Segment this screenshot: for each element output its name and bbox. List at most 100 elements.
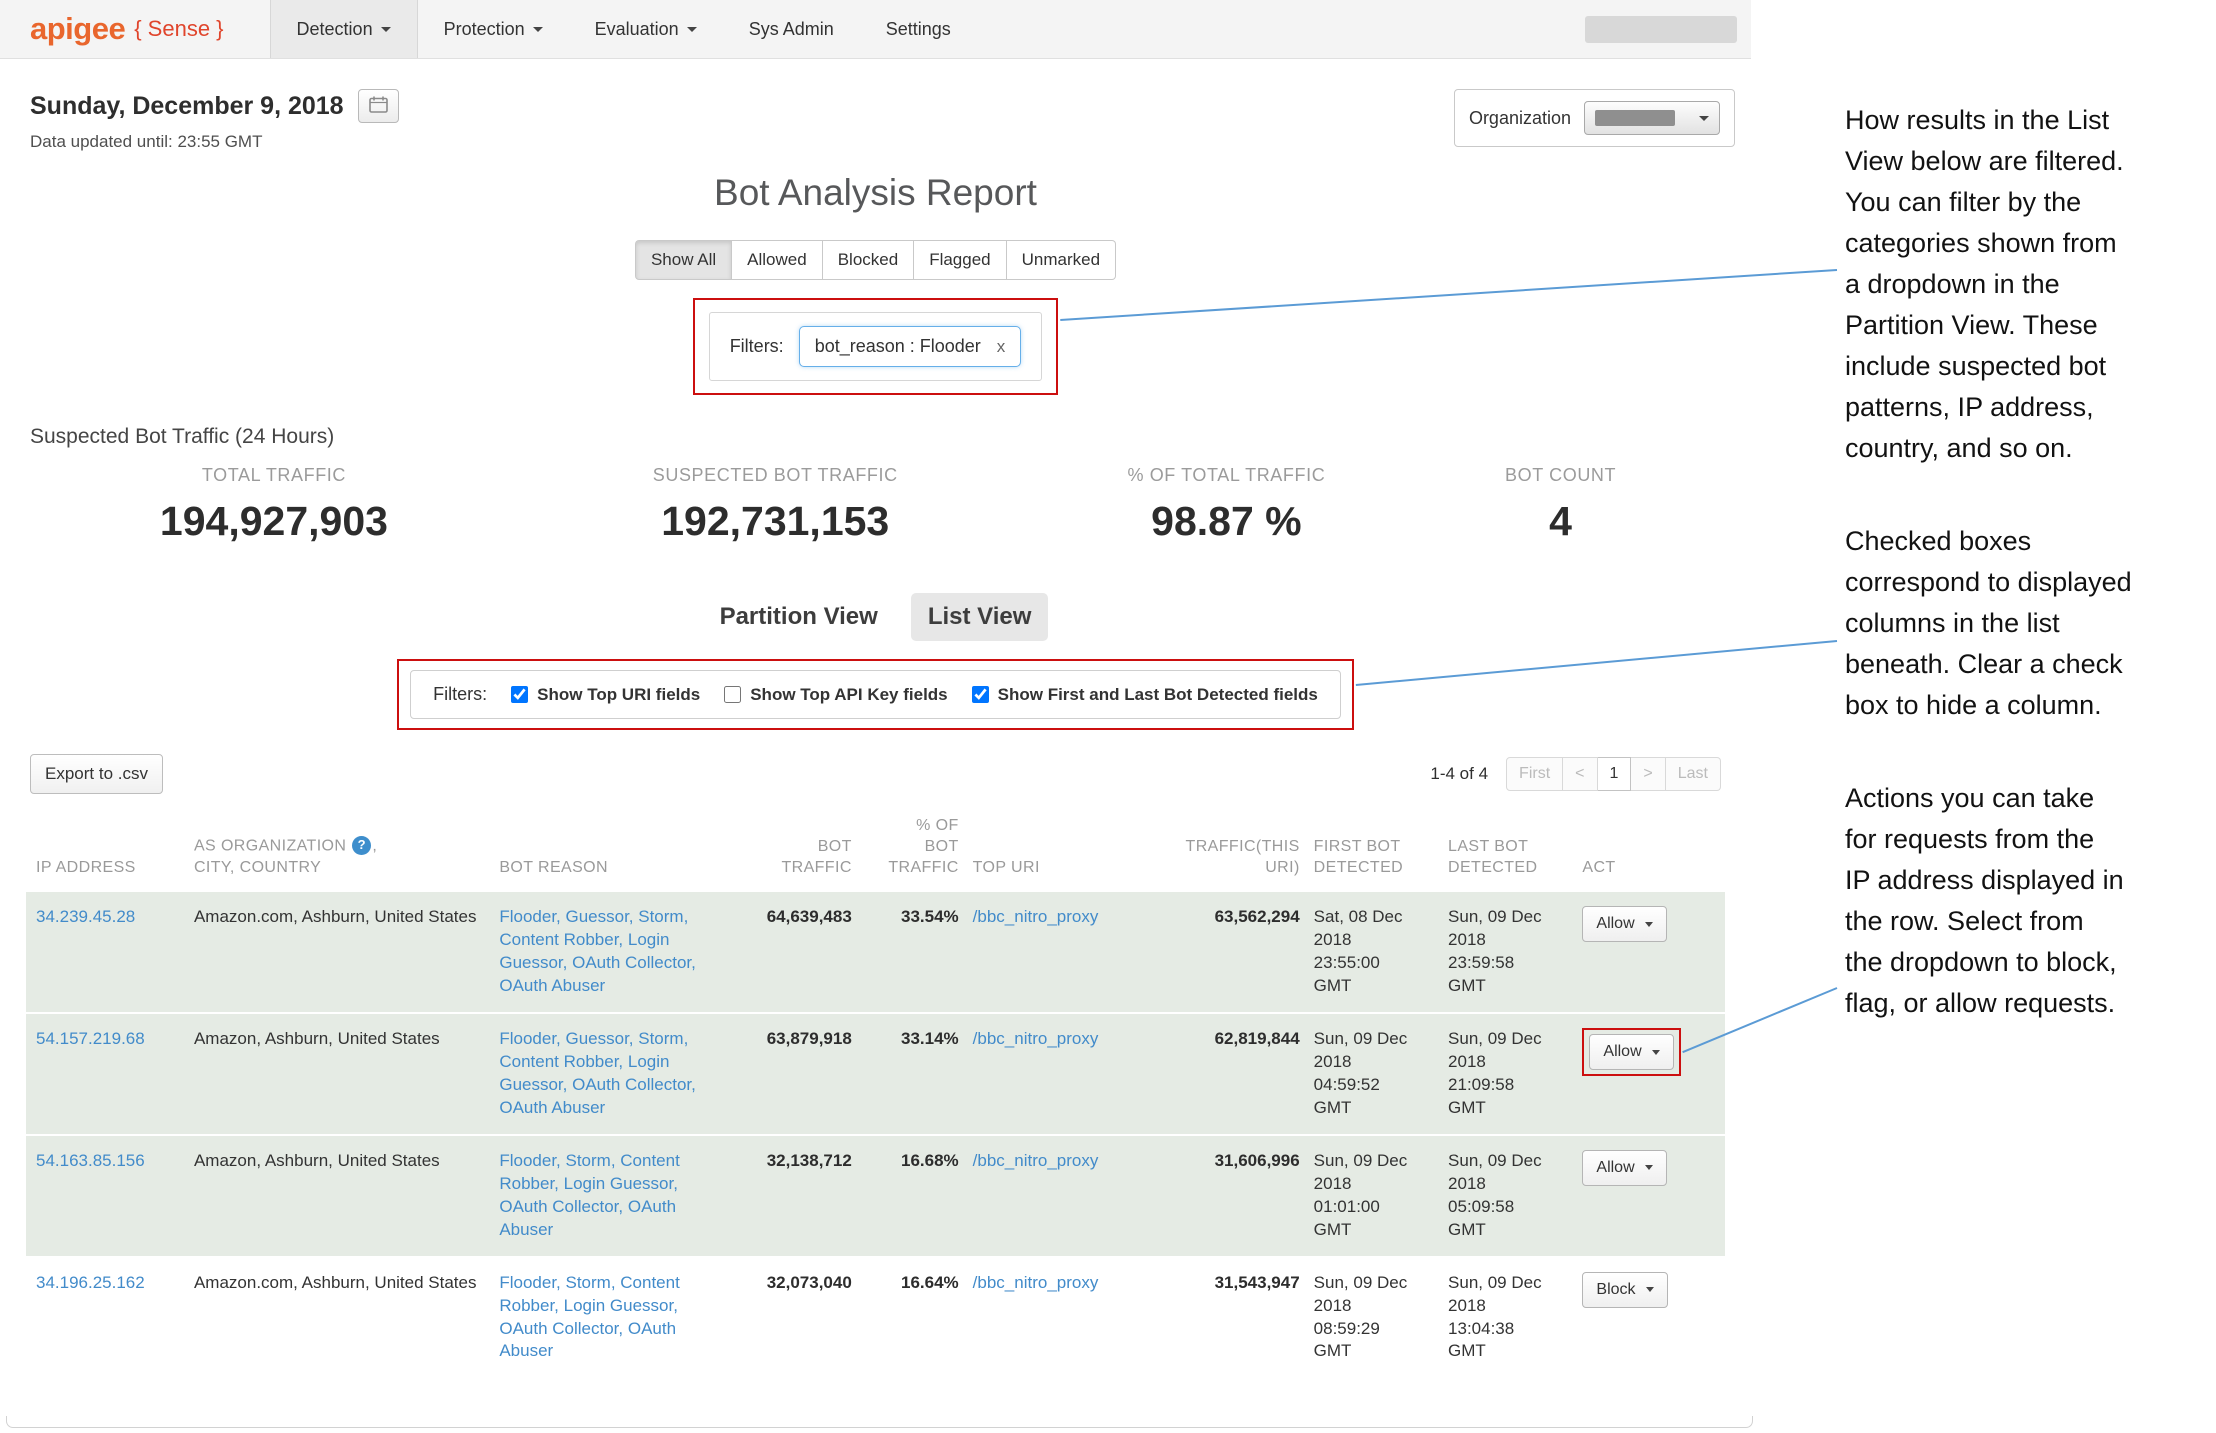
- nav-item-evaluation[interactable]: Evaluation: [569, 0, 723, 58]
- col-first-bot-detected: FIRST BOT DETECTED: [1314, 808, 1448, 891]
- action-label: Allow: [1603, 1043, 1641, 1061]
- columns-annotation-box: Filters: Show Top URI fields Show Top AP…: [397, 659, 1354, 730]
- stat-value: 4: [1410, 498, 1711, 545]
- tab-blocked[interactable]: Blocked: [823, 240, 914, 280]
- traffic-this-uri-cell: 63,562,294: [1166, 891, 1314, 1013]
- tab-list-view[interactable]: List View: [911, 593, 1049, 641]
- checkbox-show-top-api-key[interactable]: Show Top API Key fields: [724, 685, 947, 705]
- organization-label: Organization: [1469, 108, 1571, 129]
- ip-address-link[interactable]: 34.239.45.28: [36, 907, 135, 926]
- bot-reason-links[interactable]: Flooder, Guessor, Storm, Content Robber,…: [499, 1029, 696, 1117]
- action-label: Allow: [1596, 915, 1634, 933]
- last-bot-detected-cell: Sun, 09 Dec 2018 23:59:58 GMT: [1448, 891, 1582, 1013]
- nav-item-label: Protection: [444, 19, 525, 40]
- top-uri-link[interactable]: /bbc_nitro_proxy: [973, 907, 1099, 926]
- top-uri-link[interactable]: /bbc_nitro_proxy: [973, 1273, 1099, 1292]
- as-organization-cell: Amazon.com, Ashburn, United States: [194, 891, 499, 1013]
- bot-traffic-cell: 63,879,918: [733, 1013, 865, 1135]
- account-menu-redacted[interactable]: [1585, 16, 1737, 43]
- organization-dropdown[interactable]: [1584, 101, 1720, 135]
- col-last-bot-detected: LAST BOT DETECTED: [1448, 808, 1582, 891]
- filter-annotation-box: Filters: bot_reason : Flooder x: [693, 298, 1059, 395]
- action-dropdown[interactable]: Allow: [1582, 1150, 1666, 1186]
- col-ip-address: IP ADDRESS: [26, 808, 194, 891]
- ip-address-link[interactable]: 54.163.85.156: [36, 1151, 145, 1170]
- checkbox-label: Show Top API Key fields: [750, 685, 947, 705]
- stats-section-label: Suspected Bot Traffic (24 Hours): [30, 425, 1751, 449]
- tab-show-all[interactable]: Show All: [635, 240, 732, 280]
- app-window: apigee { Sense } Detection Protection Ev…: [0, 0, 1751, 1377]
- ip-address-link[interactable]: 34.196.25.162: [36, 1273, 145, 1292]
- nav-item-protection[interactable]: Protection: [418, 0, 569, 58]
- chevron-down-icon: [1645, 1165, 1653, 1170]
- action-dropdown[interactable]: Allow: [1582, 906, 1666, 942]
- page-title: Bot Analysis Report: [0, 172, 1751, 214]
- as-organization-cell: Amazon, Ashburn, United States: [194, 1013, 499, 1135]
- pagination: 1-4 of 4 First < 1 > Last: [1430, 757, 1721, 791]
- col-traffic-this-uri: TRAFFIC(THIS URI): [1166, 808, 1314, 891]
- checkbox-input[interactable]: [724, 686, 741, 703]
- stat-label: TOTAL TRAFFIC: [40, 465, 508, 486]
- col-top-uri: TOP URI: [973, 808, 1166, 891]
- checkbox-input[interactable]: [511, 686, 528, 703]
- top-uri-link[interactable]: /bbc_nitro_proxy: [973, 1029, 1099, 1048]
- nav-items: Detection Protection Evaluation Sys Admi…: [270, 0, 977, 58]
- filter-bar: Filters: bot_reason : Flooder x: [709, 312, 1043, 381]
- checkbox-label: Show First and Last Bot Detected fields: [998, 685, 1318, 705]
- last-bot-detected-cell: Sun, 09 Dec 2018 21:09:58 GMT: [1448, 1013, 1582, 1135]
- nav-item-label: Detection: [297, 19, 373, 40]
- export-csv-button[interactable]: Export to .csv: [30, 754, 163, 794]
- nav-item-detection[interactable]: Detection: [270, 0, 418, 58]
- report-date: Sunday, December 9, 2018: [30, 92, 344, 121]
- annotation-checkbox-note: Checked boxes correspond to displayed co…: [1845, 521, 2216, 726]
- pagination-next[interactable]: >: [1631, 757, 1665, 791]
- tab-partition-view[interactable]: Partition View: [703, 593, 895, 641]
- table-row: 34.196.25.162 Amazon.com, Ashburn, Unite…: [26, 1257, 1725, 1378]
- bot-reason-links[interactable]: Flooder, Guessor, Storm, Content Robber,…: [499, 907, 696, 995]
- pagination-prev[interactable]: <: [1563, 757, 1597, 791]
- action-dropdown[interactable]: Block: [1582, 1272, 1667, 1308]
- tab-unmarked[interactable]: Unmarked: [1007, 240, 1116, 280]
- nav-item-sys-admin[interactable]: Sys Admin: [723, 0, 860, 58]
- pagination-page-1[interactable]: 1: [1598, 757, 1632, 791]
- chevron-down-icon: [687, 27, 697, 32]
- chevron-down-icon: [381, 27, 391, 32]
- nav-item-settings[interactable]: Settings: [860, 0, 977, 58]
- pct-bot-traffic-cell: 33.14%: [866, 1013, 973, 1135]
- first-bot-detected-cell: Sun, 09 Dec 2018 01:01:00 GMT: [1314, 1135, 1448, 1257]
- filters-label: Filters:: [730, 336, 784, 357]
- stat-value: 194,927,903: [40, 498, 508, 545]
- chevron-down-icon: [1699, 116, 1709, 121]
- bot-reason-links[interactable]: Flooder, Storm, Content Robber, Login Gu…: [499, 1151, 679, 1239]
- pagination-last[interactable]: Last: [1666, 757, 1721, 791]
- help-icon[interactable]: ?: [352, 836, 371, 855]
- checkbox-show-first-last-detected[interactable]: Show First and Last Bot Detected fields: [972, 685, 1318, 705]
- calendar-button[interactable]: [358, 89, 399, 123]
- last-bot-detected-cell: Sun, 09 Dec 2018 05:09:58 GMT: [1448, 1135, 1582, 1257]
- tab-allowed[interactable]: Allowed: [732, 240, 823, 280]
- action-dropdown[interactable]: Allow: [1589, 1034, 1673, 1070]
- top-nav: apigee { Sense } Detection Protection Ev…: [0, 0, 1751, 59]
- view-tabs: Partition View List View: [0, 593, 1751, 641]
- checkbox-label: Show Top URI fields: [537, 685, 700, 705]
- checkbox-show-top-uri[interactable]: Show Top URI fields: [511, 685, 700, 705]
- chevron-down-icon: [533, 27, 543, 32]
- annotation-action-note: Actions you can take for requests from t…: [1845, 778, 2216, 1024]
- first-bot-detected-cell: Sun, 09 Dec 2018 08:59:29 GMT: [1314, 1257, 1448, 1378]
- ip-address-link[interactable]: 54.157.219.68: [36, 1029, 145, 1048]
- pagination-first[interactable]: First: [1506, 757, 1563, 791]
- bot-traffic-cell: 64,639,483: [733, 891, 865, 1013]
- last-bot-detected-cell: Sun, 09 Dec 2018 13:04:38 GMT: [1448, 1257, 1582, 1378]
- col-pct-bot-traffic: % OF BOT TRAFFIC: [866, 808, 973, 891]
- tab-flagged[interactable]: Flagged: [914, 240, 1006, 280]
- top-uri-link[interactable]: /bbc_nitro_proxy: [973, 1151, 1099, 1170]
- chevron-down-icon: [1645, 922, 1653, 927]
- close-icon[interactable]: x: [997, 337, 1006, 357]
- pagination-range: 1-4 of 4: [1430, 764, 1488, 784]
- nav-item-label: Evaluation: [595, 19, 679, 40]
- first-bot-detected-cell: Sun, 09 Dec 2018 04:59:52 GMT: [1314, 1013, 1448, 1135]
- bot-reason-links[interactable]: Flooder, Storm, Content Robber, Login Gu…: [499, 1273, 679, 1361]
- table-controls: Export to .csv 1-4 of 4 First < 1 > Last: [0, 730, 1751, 804]
- pagination-buttons: First < 1 > Last: [1506, 757, 1721, 791]
- checkbox-input[interactable]: [972, 686, 989, 703]
